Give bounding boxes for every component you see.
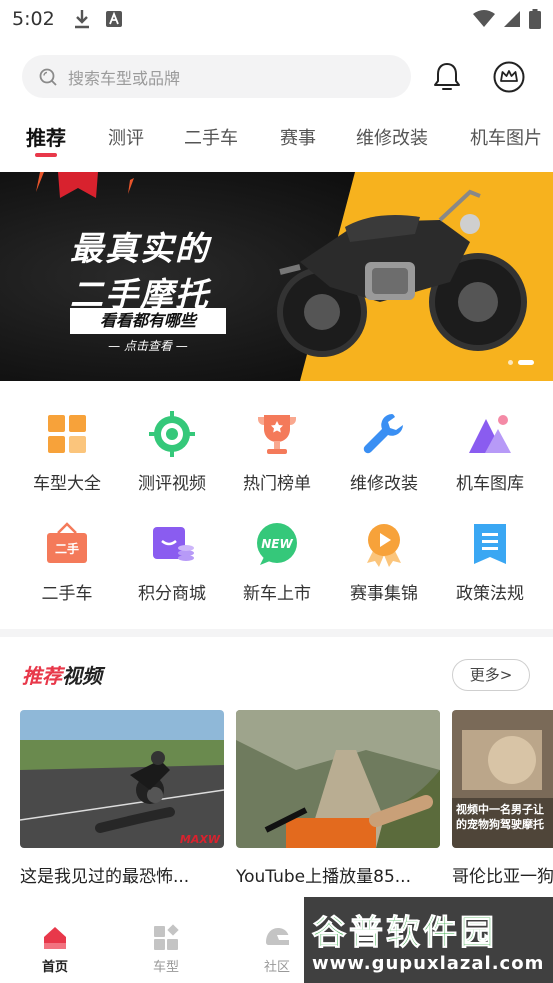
used-car-icon: 二手 [47, 522, 87, 563]
svg-text:NEW: NEW [261, 537, 293, 551]
banner-tag: 看看都有哪些 [70, 308, 226, 334]
video-title: 这是我见过的最恐怖... [20, 867, 190, 887]
promo-banner[interactable]: 最真实的 二手摩托 看看都有哪些 — 点击查看 — [0, 172, 553, 381]
trophy-icon [258, 415, 296, 454]
grid-item-points-mall[interactable]: 积分商城 [122, 521, 222, 604]
grid-item-new-cars[interactable]: NEW 新车上市 [227, 521, 327, 604]
video-card[interactable]: YouTube上播放量85... [236, 710, 440, 887]
tab-repair[interactable]: 维修改装 [356, 124, 428, 150]
grid-label: 赛事集锦 [350, 584, 418, 604]
new-badge-icon: NEW [257, 523, 297, 565]
banner-pagination [508, 360, 534, 365]
tab-pictures[interactable]: 机车图片 [470, 124, 542, 150]
video-title: YouTube上播放量85... [236, 867, 411, 887]
nav-models[interactable]: 车型 [136, 924, 196, 975]
banner-dot-active [518, 360, 534, 365]
battery-icon [529, 9, 541, 29]
video-card[interactable]: 视频中一名男子让的宠物狗驾驶摩托 哥伦比亚一狗 [452, 710, 553, 887]
watermark-title: 谷普软件园 [312, 913, 497, 954]
points-mall-icon [153, 527, 194, 561]
gallery-icon [469, 415, 511, 453]
watermark-url: www.gupuxlazal.com [312, 953, 545, 974]
search-placeholder: 搜索车型或品牌 [68, 68, 181, 88]
grid-item-used-car[interactable]: 二手 二手车 [17, 521, 117, 604]
status-time: 5:02 [12, 8, 55, 30]
policy-icon [474, 524, 506, 564]
car-models-icon [48, 415, 86, 453]
grid-label: 政策法规 [456, 584, 524, 604]
grid-item-hot-list[interactable]: 热门榜单 [227, 411, 327, 494]
grid-item-gallery[interactable]: 机车图库 [440, 411, 540, 494]
nav-community[interactable]: 社区 [247, 924, 307, 975]
grid-label: 测评视频 [138, 474, 206, 494]
notification-bell-icon[interactable] [430, 60, 464, 94]
section-title: 推荐视频 [22, 660, 102, 689]
tab-review[interactable]: 测评 [108, 124, 144, 150]
tab-indicator [35, 153, 57, 157]
site-watermark: 谷普软件园 www.gupuxlazal.com [304, 897, 553, 983]
tab-recommend[interactable]: 推荐 [26, 122, 66, 151]
grid-item-car-models[interactable]: 车型大全 [17, 411, 117, 494]
grid-label: 热门榜单 [243, 474, 311, 494]
medal-icon [367, 524, 401, 567]
wrench-icon [363, 414, 403, 454]
nav-label: 车型 [152, 960, 179, 975]
more-button[interactable]: 更多> [452, 659, 530, 691]
grid-item-repair[interactable]: 维修改装 [334, 411, 434, 494]
helmet-icon [266, 928, 289, 945]
home-icon [44, 927, 66, 949]
video-overlay-text: 视频中一名男子让的宠物狗驾驶摩托 [456, 803, 544, 831]
grid-item-review-video[interactable]: 测评视频 [122, 411, 222, 494]
section-divider [0, 629, 553, 637]
font-icon [105, 11, 122, 27]
nav-label: 社区 [263, 960, 290, 975]
banner-dot [508, 360, 513, 365]
tab-used[interactable]: 二手车 [184, 124, 238, 150]
svg-text:二手: 二手 [55, 541, 79, 556]
banner-headline-1: 最真实的 [70, 229, 210, 268]
video-thumbnail [236, 710, 440, 848]
grid-item-highlights[interactable]: 赛事集锦 [334, 521, 434, 604]
wifi-icon [473, 10, 495, 27]
search-icon [39, 68, 57, 86]
grid-label: 二手车 [41, 584, 93, 604]
grid-label: 积分商城 [138, 584, 206, 604]
grid-label: 机车图库 [456, 474, 524, 494]
nav-label: 首页 [41, 960, 68, 975]
tab-racing[interactable]: 赛事 [280, 124, 316, 150]
vip-crown-icon[interactable] [492, 60, 526, 94]
video-thumbnail: MAXW [20, 710, 224, 848]
nav-home[interactable]: 首页 [25, 924, 85, 975]
section-title-rest: 视频 [62, 664, 102, 688]
banner-cta: — 点击查看 — [108, 339, 188, 353]
video-watermark: MAXW [180, 833, 221, 846]
video-thumbnail: 视频中一名男子让的宠物狗驾驶摩托 [452, 710, 553, 848]
models-icon [154, 924, 179, 950]
section-title-highlight: 推荐 [22, 664, 62, 688]
grid-label: 维修改装 [350, 474, 418, 494]
signal-icon [504, 11, 520, 27]
grid-label: 新车上市 [243, 584, 311, 604]
grid-label: 车型大全 [33, 474, 101, 494]
category-tabs: 推荐 测评 二手车 赛事 维修改装 机车图片 [0, 118, 553, 160]
grid-item-policy[interactable]: 政策法规 [440, 521, 540, 604]
search-input[interactable]: 搜索车型或品牌 [22, 55, 411, 98]
video-title: 哥伦比亚一狗 [452, 867, 553, 887]
review-video-icon [149, 411, 195, 457]
download-icon [74, 10, 89, 29]
video-card[interactable]: MAXW 这是我见过的最恐怖... [20, 710, 224, 887]
status-bar: 5:02 [0, 0, 553, 38]
